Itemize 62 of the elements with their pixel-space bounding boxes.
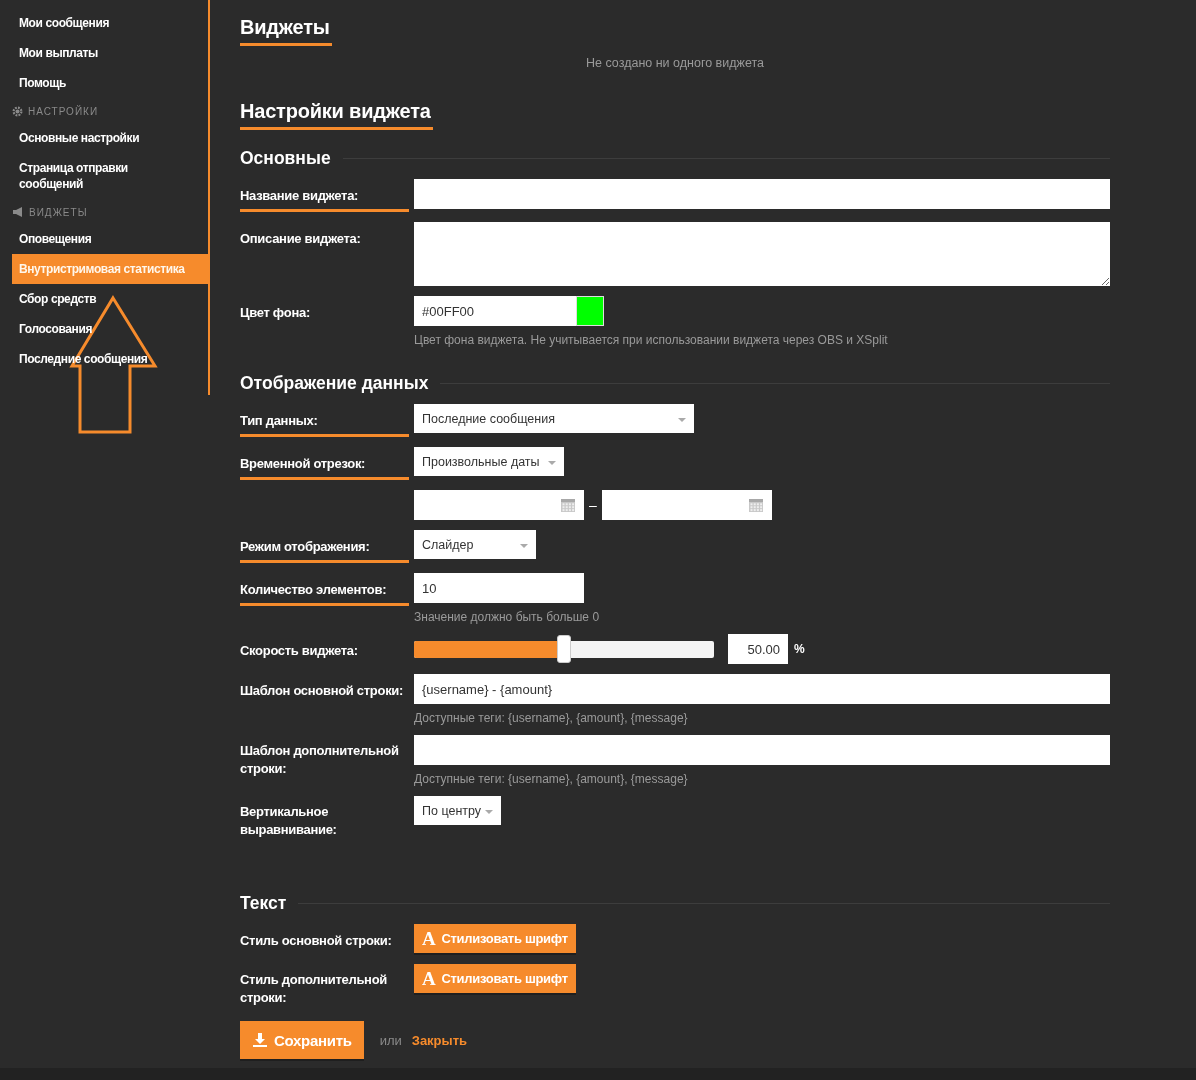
text-field[interactable]: {username} - {amount} [414,674,1110,704]
field-label: Шаблон основной строки: [240,682,405,700]
date-field[interactable] [414,490,584,520]
megaphone-icon [12,207,24,217]
text-area[interactable] [414,222,1110,286]
caret-icon [485,809,494,814]
calendar-icon [560,497,576,513]
field-hint: Цвет фона виджета. Не учитывается при использовании виджета через OBS и XSplit [414,333,889,347]
empty-message: Не создано ни одного виджета [585,56,765,70]
sidebar-item[interactable]: Страница отправки сообщений [12,153,156,199]
download-icon [252,1032,268,1048]
section-heading: Текст [240,893,287,914]
field-label: Описание виджета: [240,230,362,248]
field-label: Временной отрезок: [240,455,409,480]
color-swatch[interactable] [576,296,604,326]
color-field[interactable]: #00FF00 [414,296,576,326]
number-field[interactable]: 50.00 [728,634,788,664]
caret-icon [678,417,686,422]
slider[interactable] [414,635,714,663]
dropdown[interactable]: Произвольные даты [414,447,564,476]
section-heading: Основные [240,148,331,169]
field-label: Шаблон дополнительной строки: [240,742,400,778]
text-field[interactable] [414,179,1110,209]
field-label: Количество элементов: [240,581,409,606]
gear-icon [12,105,23,117]
slider-handle[interactable] [557,635,571,663]
dropdown[interactable]: Последние сообщения [414,404,694,433]
unit-label: % [794,642,805,656]
sidebar-item[interactable]: Мои выплаты [12,38,208,68]
range-separator: – [589,497,597,513]
page-heading: Виджеты [240,16,332,46]
field-label: Название виджета: [240,187,409,212]
field-hint: Доступные теги: {username}, {amount}, {message} [414,711,689,725]
sidebar-item[interactable]: Оповещения [12,224,208,254]
section-heading: ВИДЖЕТЫ [29,206,88,218]
field-label: Режим отображения: [240,538,409,563]
field-label: Вертикальное выравнивание: [240,803,338,839]
field-hint: Значение должно быть больше 0 [414,610,601,624]
calendar-icon [747,497,764,513]
section-heading: НАСТРОЙКИ [28,105,99,117]
field-label: Стиль дополнительной строки: [240,971,388,1007]
sidebar-item[interactable]: Мои сообщения [12,8,208,38]
field-label: Тип данных: [240,412,409,437]
field-label: Скорость виджета: [240,642,359,660]
field-label: Стиль основной строки: [240,932,393,950]
field-label: Цвет фона: [240,304,311,322]
sidebar-item[interactable]: Помощь [12,68,208,98]
date-field[interactable] [601,490,772,520]
text-field[interactable]: 10 [414,573,584,603]
page-heading: Настройки виджета [240,100,433,130]
or-text: или [379,1032,402,1048]
caret-icon [520,543,528,548]
sidebar-item[interactable]: Голосования [12,314,208,344]
sidebar-item[interactable]: Сбор средств [12,284,208,314]
caret-icon [548,460,556,465]
section-heading: Отображение данных [240,373,429,394]
dropdown[interactable]: По центру [414,796,502,825]
sidebar-item[interactable]: Основные настройки [12,123,208,153]
dropdown[interactable]: Слайдер [414,530,536,559]
close-link[interactable]: Закрыть [411,1032,468,1048]
field-hint: Доступные теги: {username}, {amount}, {message} [414,772,689,786]
text-field[interactable] [414,735,1110,765]
